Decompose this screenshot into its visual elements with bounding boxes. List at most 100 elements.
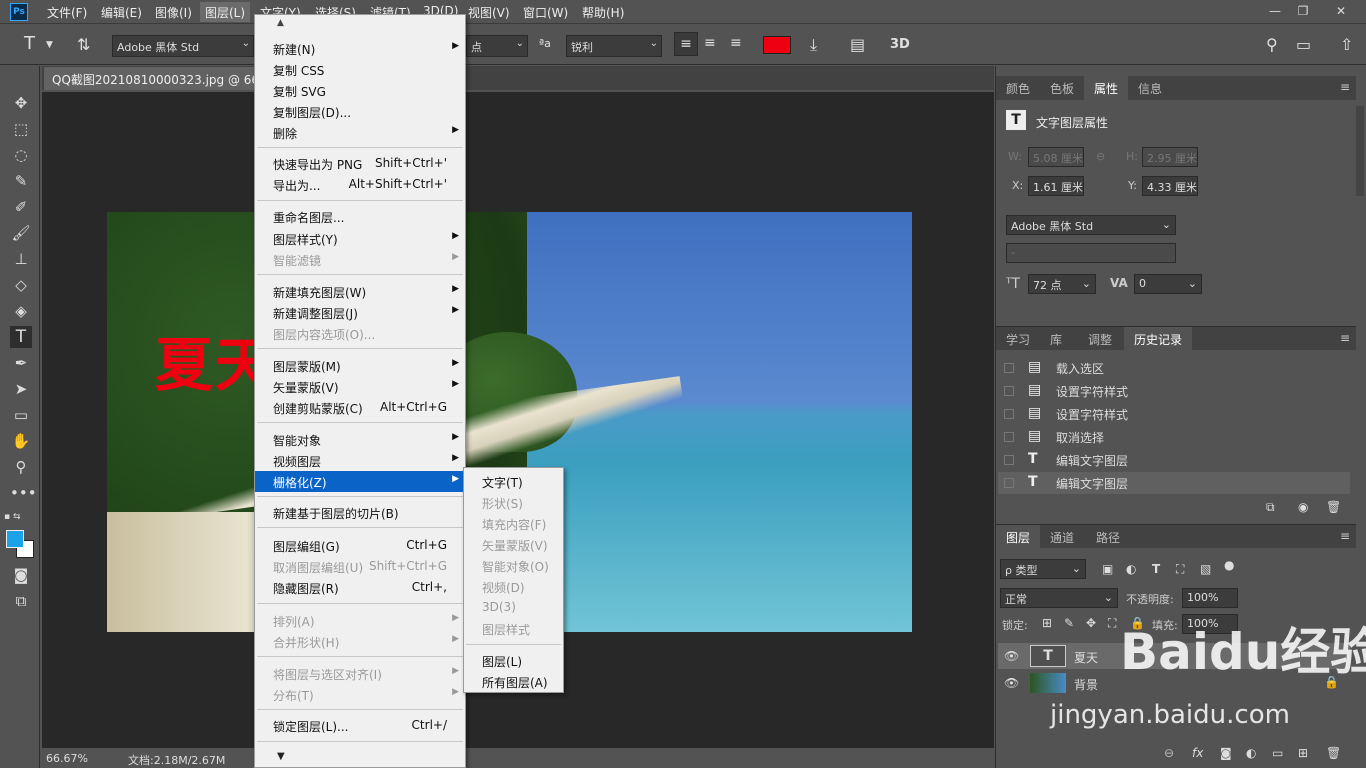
filter-shape-icon[interactable]: ⛶ bbox=[1176, 562, 1184, 577]
toggle-orientation-icon[interactable]: ⇅ bbox=[77, 35, 90, 54]
opacity-field[interactable]: 100% bbox=[1182, 588, 1238, 608]
menu-item-group-layers[interactable]: 图层编组(G) Ctrl+G bbox=[255, 535, 465, 556]
search-icon[interactable]: ⚲ bbox=[1266, 35, 1278, 54]
history-checkbox[interactable] bbox=[1004, 363, 1014, 373]
workspace-icon[interactable]: ▭ bbox=[1296, 35, 1311, 54]
blend-mode-select[interactable]: 正常 ⌄ bbox=[1000, 588, 1118, 608]
menu-item-new-layer-based-slice[interactable]: 新建基于图层的切片(B) bbox=[255, 502, 465, 523]
history-item[interactable]: ▤ 设置字符样式 bbox=[998, 403, 1350, 425]
menu-item-copy-svg[interactable]: 复制 SVG bbox=[255, 80, 465, 101]
tracking-select[interactable]: 0 ⌄ bbox=[1134, 274, 1202, 294]
menu-item-vector-mask[interactable]: 矢量蒙版(V) ▶ bbox=[255, 376, 465, 397]
menu-layer[interactable]: 图层(L) bbox=[200, 2, 251, 22]
tab-color[interactable]: 颜色 bbox=[996, 76, 1040, 100]
visibility-eye-icon[interactable]: 👁 bbox=[1004, 676, 1019, 690]
lasso-tool-icon[interactable]: ◌ bbox=[10, 144, 32, 166]
menu-item-layer-style[interactable]: 图层样式(Y) ▶ bbox=[255, 228, 465, 249]
properties-font-select[interactable]: Adobe 黑体 Std ⌄ bbox=[1006, 215, 1176, 235]
tab-layers[interactable]: 图层 bbox=[996, 525, 1041, 549]
x-field[interactable]: 1.61 厘米 bbox=[1028, 176, 1084, 196]
text-color-swatch[interactable] bbox=[763, 36, 791, 54]
path-select-tool-icon[interactable]: ➤ bbox=[10, 378, 32, 400]
menu-item-new[interactable]: 新建(N) ▶ bbox=[255, 38, 465, 59]
scrollbar[interactable] bbox=[1356, 106, 1364, 196]
menu-item-quick-export-png[interactable]: 快速导出为 PNG Shift+Ctrl+' bbox=[255, 153, 465, 174]
panel-menu-icon[interactable]: ≡ bbox=[1340, 80, 1350, 94]
menu-edit[interactable]: 编辑(E) bbox=[101, 4, 142, 21]
lock-position-icon[interactable]: ✥ bbox=[1086, 616, 1096, 630]
menu-item-video-layer[interactable]: 视频图层 ▶ bbox=[255, 450, 465, 471]
history-item[interactable]: T 编辑文字图层 bbox=[998, 449, 1350, 471]
zoom-tool-icon[interactable]: ⚲ bbox=[10, 456, 32, 478]
trash-icon[interactable]: 🗑 bbox=[1326, 746, 1341, 760]
zoom-level[interactable]: 66.67% bbox=[46, 752, 88, 765]
properties-size-select[interactable]: 72 点 ⌄ bbox=[1028, 274, 1096, 294]
layer-mask-icon[interactable]: ◙ bbox=[1220, 746, 1232, 760]
fx-icon[interactable]: fx bbox=[1192, 746, 1203, 760]
align-center-icon[interactable]: ≡ bbox=[704, 35, 716, 51]
tab-history[interactable]: 历史记录 bbox=[1124, 327, 1193, 351]
character-panel-icon[interactable]: ▤ bbox=[850, 35, 865, 54]
layer-name[interactable]: 夏天 bbox=[1074, 649, 1098, 666]
type-tool-icon[interactable]: T bbox=[10, 326, 32, 348]
screen-mode-icon[interactable]: ⧉ bbox=[10, 590, 32, 612]
menu-item-smart-object[interactable]: 智能对象 ▶ bbox=[255, 429, 465, 450]
menu-file[interactable]: 文件(F) bbox=[47, 4, 87, 21]
history-checkbox[interactable] bbox=[1004, 478, 1014, 488]
pen-tool-icon[interactable]: ✒ bbox=[10, 352, 32, 374]
align-right-icon[interactable]: ≡ bbox=[730, 35, 742, 51]
filter-toggle-icon[interactable]: ● bbox=[1224, 558, 1234, 572]
menu-item-rename-layer[interactable]: 重命名图层... bbox=[255, 206, 465, 227]
tab-info[interactable]: 信息 bbox=[1128, 76, 1172, 100]
history-item[interactable]: ▤ 取消选择 bbox=[998, 426, 1350, 448]
visibility-eye-icon[interactable]: 👁 bbox=[1004, 649, 1019, 663]
tab-properties[interactable]: 属性 bbox=[1084, 76, 1129, 100]
swap-colors-icon[interactable]: ▪ ⇆ bbox=[4, 512, 21, 522]
menu-item-new-fill-layer[interactable]: 新建填充图层(W) ▶ bbox=[255, 281, 465, 302]
trash-icon[interactable]: 🗑 bbox=[1326, 500, 1341, 514]
menu-item-duplicate-layer[interactable]: 复制图层(D)... bbox=[255, 101, 465, 122]
document-tab[interactable]: QQ截图20210810000323.jpg @ 66.7% bbox=[44, 67, 259, 90]
y-field[interactable]: 4.33 厘米 bbox=[1142, 176, 1198, 196]
menu-item-export-as[interactable]: 导出为... Alt+Shift+Ctrl+' bbox=[255, 174, 465, 195]
menu-item-new-adjustment-layer[interactable]: 新建调整图层(J) ▶ bbox=[255, 302, 465, 323]
history-checkbox[interactable] bbox=[1004, 409, 1014, 419]
menu-help[interactable]: 帮助(H) bbox=[582, 4, 624, 21]
menu-item-rasterize[interactable]: 栅格化(Z) ▶ bbox=[255, 471, 465, 492]
menu-item-lock-layers[interactable]: 锁定图层(L)... Ctrl+/ bbox=[255, 715, 465, 736]
lock-artboard-icon[interactable]: ⛶ bbox=[1108, 616, 1116, 631]
eraser-tool-icon[interactable]: ◇ bbox=[10, 274, 32, 296]
camera-icon[interactable]: ◉ bbox=[1298, 500, 1308, 514]
tab-libraries[interactable]: 库 bbox=[1040, 327, 1072, 351]
lock-pixels-icon[interactable]: ✎ bbox=[1064, 616, 1074, 630]
tab-paths[interactable]: 路径 bbox=[1086, 525, 1130, 549]
menu-item-delete[interactable]: 删除 ▶ bbox=[255, 122, 465, 143]
menu-item-hide-layers[interactable]: 隐藏图层(R) Ctrl+, bbox=[255, 577, 465, 598]
share-icon[interactable]: ⇧ bbox=[1340, 35, 1353, 54]
history-checkbox[interactable] bbox=[1004, 432, 1014, 442]
type-tool-icon[interactable]: T bbox=[24, 33, 35, 54]
menu-view[interactable]: 视图(V) bbox=[468, 4, 510, 21]
more-tools-icon[interactable]: ••• bbox=[10, 482, 37, 504]
anti-alias-select[interactable]: 锐利 ⌄ bbox=[566, 35, 662, 57]
chevron-down-icon[interactable]: ▼ bbox=[46, 40, 53, 50]
filter-type-icon[interactable]: T bbox=[1152, 562, 1160, 576]
menu-image[interactable]: 图像(I) bbox=[155, 4, 192, 21]
history-checkbox[interactable] bbox=[1004, 386, 1014, 396]
brush-tool-icon[interactable]: 🖌 bbox=[10, 222, 32, 244]
menu-item-copy-css[interactable]: 复制 CSS bbox=[255, 59, 465, 80]
filter-pixel-icon[interactable]: ▣ bbox=[1102, 562, 1113, 576]
stamp-tool-icon[interactable]: ⊥ bbox=[10, 248, 32, 270]
minimize-icon[interactable]: — bbox=[1264, 2, 1286, 20]
marquee-tool-icon[interactable]: ⬚ bbox=[10, 118, 32, 140]
history-item[interactable]: ▤ 设置字符样式 bbox=[998, 380, 1350, 402]
warp-text-icon[interactable]: ⤓ bbox=[810, 35, 817, 55]
font-family-select[interactable]: Adobe 黑体 Std ⌄ bbox=[112, 35, 254, 57]
rectangle-tool-icon[interactable]: ▭ bbox=[10, 404, 32, 426]
panel-menu-icon[interactable]: ≡ bbox=[1340, 529, 1350, 543]
tab-swatches[interactable]: 色板 bbox=[1040, 76, 1084, 100]
history-checkbox[interactable] bbox=[1004, 455, 1014, 465]
panel-menu-icon[interactable]: ≡ bbox=[1340, 331, 1350, 345]
filter-adjustment-icon[interactable]: ◐ bbox=[1126, 562, 1136, 576]
menu-item-layer-mask[interactable]: 图层蒙版(M) ▶ bbox=[255, 355, 465, 376]
